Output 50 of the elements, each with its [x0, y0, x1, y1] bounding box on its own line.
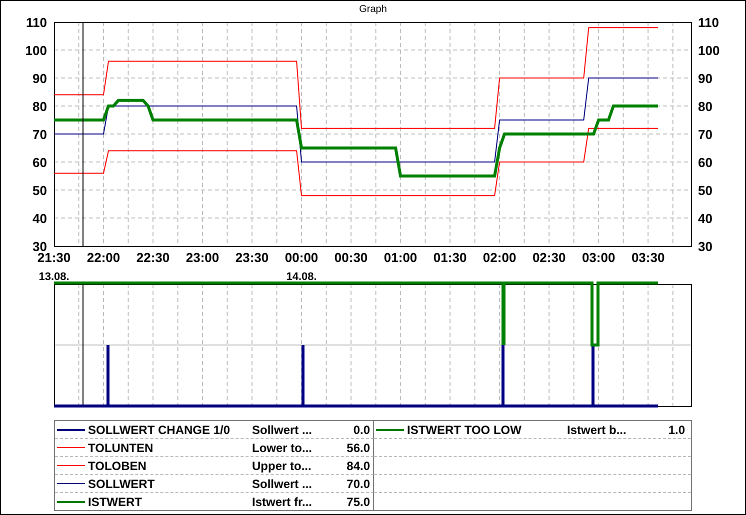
- axis-label: 50: [32, 183, 47, 198]
- series-value: 75.0: [346, 495, 370, 509]
- date-label: 13.08.: [38, 271, 70, 283]
- axis-label: 70: [698, 127, 712, 142]
- axis-label: 110: [26, 15, 47, 30]
- series-description: Istwert b...: [567, 422, 628, 436]
- series-value: 56.0: [346, 440, 370, 454]
- axis-label: 60: [698, 155, 712, 170]
- axis-label: 100: [698, 43, 720, 58]
- series-name: TOLUNTEN: [88, 440, 154, 454]
- axis-label: 70: [32, 127, 47, 142]
- series-description: Sollwert ...: [252, 476, 314, 490]
- axis-label: 40: [698, 211, 712, 226]
- axis-label: 01:00: [384, 250, 418, 265]
- axis-label: 50: [698, 183, 712, 198]
- axis-label: 40: [32, 211, 47, 226]
- axis-label: 100: [25, 43, 47, 58]
- axis-label: 23:00: [186, 250, 220, 265]
- axis-label: 02:30: [532, 250, 566, 265]
- date-label: 14.08.: [286, 271, 317, 283]
- axis-label: 00:00: [284, 250, 318, 265]
- series-value: 84.0: [346, 458, 370, 472]
- axis-label: 01:30: [433, 250, 467, 265]
- axis-label: 22:00: [86, 250, 120, 265]
- axis-label: 80: [698, 99, 712, 114]
- series-description: Istwert fr...: [252, 495, 314, 509]
- axis-label: 30: [698, 239, 712, 254]
- series-name: ISTWERT TOO LOW: [407, 422, 522, 436]
- axis-label: 110: [698, 15, 719, 30]
- series-name: TOLOBEN: [88, 458, 148, 472]
- series-name: SOLLWERT CHANGE 1/0: [88, 422, 232, 436]
- series-name: SOLLWERT: [88, 476, 156, 490]
- series-value: 0.0: [352, 422, 370, 436]
- axis-label: 90: [32, 71, 47, 86]
- axis-label: 60: [32, 155, 47, 170]
- series-name: ISTWERT: [88, 495, 143, 509]
- axis-label: 03:30: [631, 250, 665, 265]
- series-value: 1.0: [667, 422, 685, 436]
- series-description: Upper to...: [252, 458, 312, 472]
- axis-label: 23:30: [235, 250, 269, 265]
- series-description: Lower to...: [252, 440, 313, 454]
- axis-label: 80: [32, 99, 47, 114]
- axis-label: 03:00: [582, 250, 616, 265]
- axis-label: 90: [698, 71, 712, 86]
- series-value: 70.0: [346, 476, 370, 490]
- axis-label: 22:30: [136, 250, 170, 265]
- window-title: Graph: [359, 4, 387, 14]
- axis-label: 02:00: [482, 250, 516, 265]
- series-description: Sollwert ...: [252, 422, 314, 436]
- axis-label: 00:30: [334, 250, 368, 265]
